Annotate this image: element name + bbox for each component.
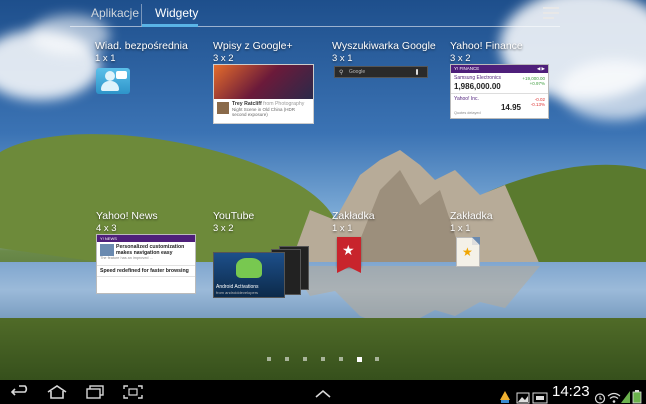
tab-bar: Aplikacje Widgety [0,0,646,28]
tab-apps[interactable]: Aplikacje [91,6,139,20]
google-search-preview[interactable]: ⚲ Google [334,66,428,78]
home-icon[interactable] [46,384,68,400]
news-thumbnail [100,244,114,256]
widget-google-plus[interactable]: Wpisy z Google+ 3 x 2 [213,40,293,64]
widget-youtube[interactable]: YouTube 3 x 2 [213,210,254,234]
yahoo-logo-icon: Y! [454,66,459,71]
page-dot[interactable] [285,357,289,361]
widget-yahoo-news[interactable]: Yahoo! News 4 x 3 [96,210,158,234]
avatar [217,102,229,114]
bookmark-doc-icon[interactable]: ★ [456,237,480,267]
widget-bookmark-2[interactable]: Zakładka 1 x 1 [450,210,493,234]
page-dot[interactable] [267,357,271,361]
google-plus-preview[interactable]: Trey Ratcliff from Photography Night Sce… [213,64,314,124]
page-dot[interactable] [303,357,307,361]
search-icon: ⚲ [339,70,344,76]
back-icon[interactable] [10,384,32,400]
widget-yahoo-finance[interactable]: Yahoo! Finance 3 x 2 [450,40,523,64]
widget-google-search[interactable]: Wyszukiwarka Google 3 x 1 [332,40,436,64]
battery-icon [632,390,642,404]
menu-icon[interactable] [543,7,559,21]
screenshot-icon[interactable] [122,384,144,400]
direct-message-icon[interactable] [96,68,130,94]
yahoo-finance-preview[interactable]: Y! FINANCE ◀ ▶ Samsung Electronics 1,986,… [450,64,549,119]
mic-icon [416,69,418,75]
youtube-video-card: Android Activations from androiddevelope… [213,252,285,298]
chevron-up-icon[interactable] [312,386,334,402]
recent-apps-icon[interactable] [84,384,106,400]
signal-icon [621,391,630,403]
widget-bookmark-1[interactable]: Zakładka 1 x 1 [332,210,375,234]
page-dot[interactable] [321,357,325,361]
android-logo-icon [236,258,262,278]
widget-direct-message[interactable]: Wiad. bezpośrednia 1 x 1 [95,40,188,64]
youtube-preview[interactable]: Android Activations from androiddevelope… [213,246,313,298]
page-dot-active[interactable] [357,356,362,362]
wifi-icon [607,392,621,403]
bookmark-red-icon[interactable]: ★ [337,237,361,273]
page-dot[interactable] [339,357,343,361]
alarm-icon [594,393,606,404]
notification-app-icon[interactable] [498,385,512,404]
post-photo [214,65,313,99]
yahoo-news-preview[interactable]: Y! NEWS Personalized customization makes… [96,234,196,294]
tab-indicator [142,24,198,27]
yahoo-logo-icon: Y! [100,236,104,241]
page-dot[interactable] [375,357,379,361]
system-bar: 14:23 [0,380,646,404]
tab-widgets[interactable]: Widgety [155,6,198,20]
gallery-icon[interactable] [516,386,530,404]
screenshot-notification-icon[interactable] [532,386,548,404]
clock[interactable]: 14:23 [552,383,590,400]
